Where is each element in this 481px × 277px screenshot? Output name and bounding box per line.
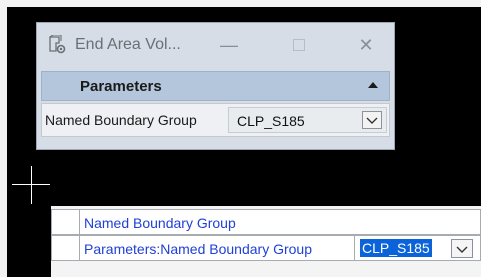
dropdown-value: CLP_S185 bbox=[237, 113, 305, 129]
parameter-row-named-boundary-group: Named Boundary Group CLP_S185 bbox=[41, 103, 390, 137]
row-gutter bbox=[52, 236, 80, 260]
prompt-value-dropdown[interactable]: CLP_S185 bbox=[359, 238, 479, 258]
selected-value[interactable]: CLP_S185 bbox=[360, 239, 432, 257]
parameter-label: Named Boundary Group bbox=[45, 112, 197, 128]
dropdown-button[interactable] bbox=[362, 111, 382, 129]
maximize-button[interactable] bbox=[285, 33, 313, 57]
chevron-up-icon[interactable] bbox=[367, 80, 379, 90]
cell-divider bbox=[354, 236, 355, 260]
section-title: Parameters bbox=[80, 78, 162, 95]
prompt-row: Parameters:Named Boundary Group CLP_S185 bbox=[51, 235, 481, 261]
background-panel-left bbox=[0, 0, 7, 277]
named-boundary-group-dropdown[interactable]: CLP_S185 bbox=[228, 107, 387, 133]
chevron-down-icon bbox=[366, 117, 378, 124]
prompt-panel: Named Boundary Group Parameters:Named Bo… bbox=[51, 206, 481, 277]
document-gear-icon bbox=[49, 35, 66, 54]
crosshair-cursor-vertical bbox=[31, 166, 32, 204]
row-gutter bbox=[52, 210, 80, 234]
dialog-titlebar[interactable]: End Area Vol... — ✕ bbox=[37, 23, 394, 67]
dropdown-button[interactable] bbox=[451, 239, 473, 258]
dialog-title: End Area Vol... bbox=[75, 36, 181, 53]
chevron-down-icon bbox=[456, 246, 468, 253]
minimize-button[interactable]: — bbox=[215, 33, 243, 57]
end-area-volume-dialog: End Area Vol... — ✕ Parameters Named Bou… bbox=[36, 22, 395, 150]
maximize-icon bbox=[293, 39, 305, 51]
prompt-text: Parameters:Named Boundary Group bbox=[84, 241, 312, 257]
background-panel-top bbox=[0, 0, 481, 7]
close-button[interactable]: ✕ bbox=[352, 33, 380, 57]
parameters-section-header[interactable]: Parameters bbox=[41, 71, 390, 101]
prompt-text: Named Boundary Group bbox=[84, 215, 236, 231]
prompt-row: Named Boundary Group bbox=[51, 209, 481, 235]
